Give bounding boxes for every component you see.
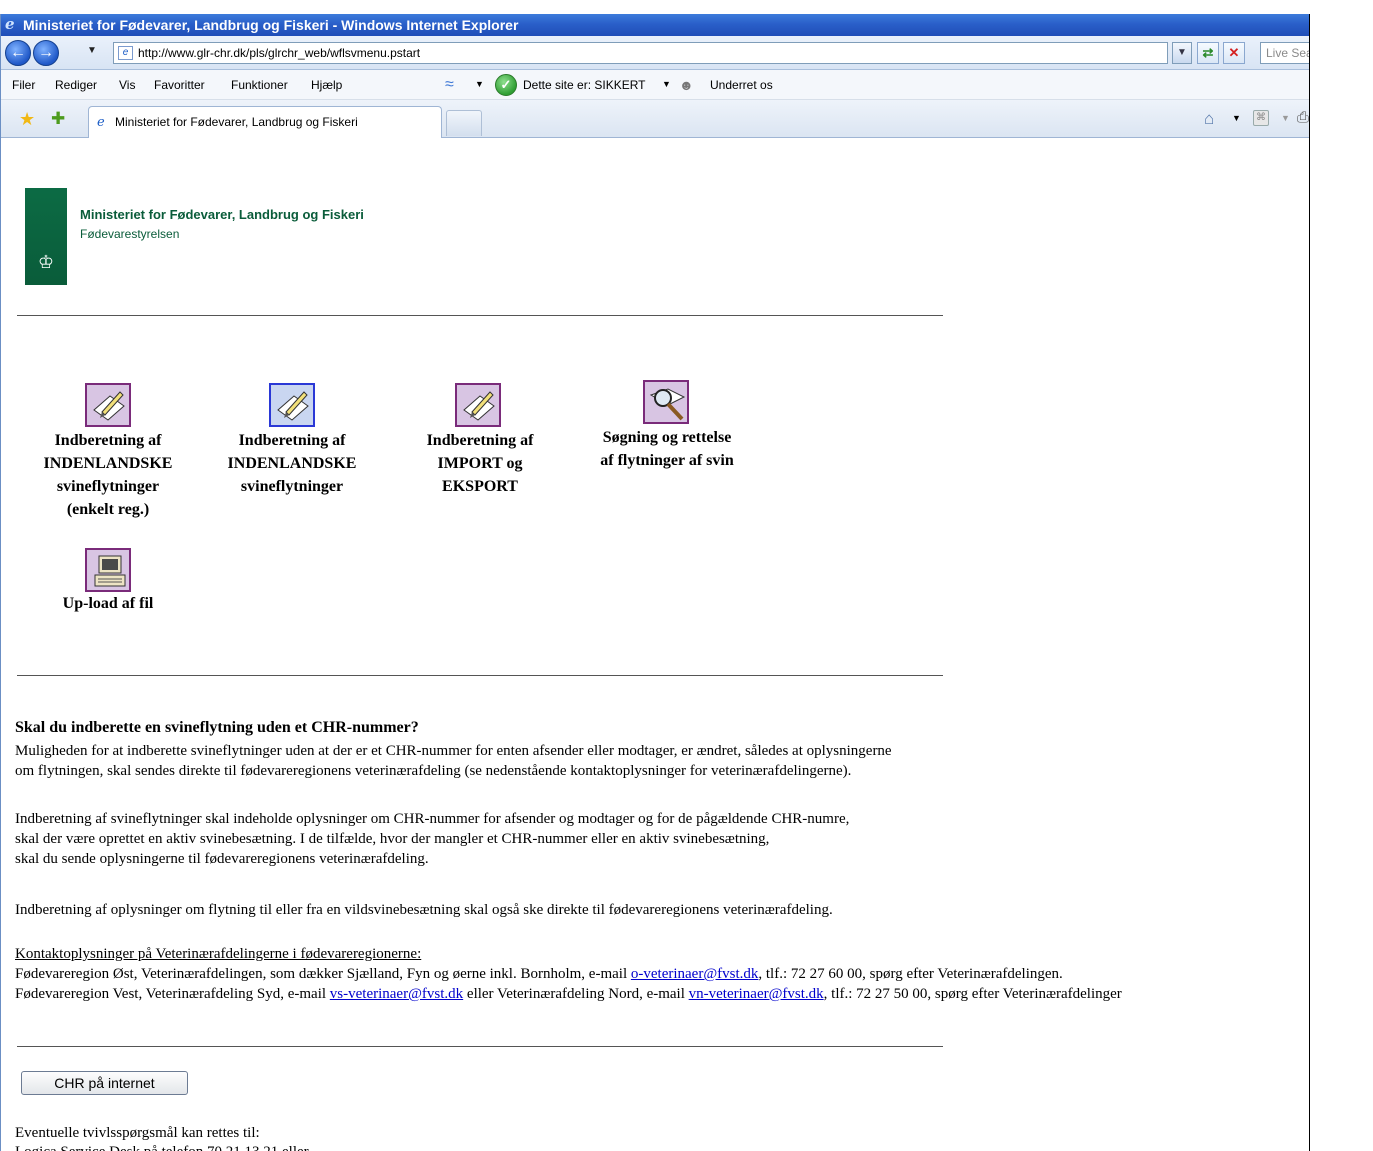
wifi-icon[interactable]: ≈ [445,76,471,94]
option-upload-file[interactable]: Up-load af fil [49,592,167,615]
pencil-icon[interactable] [85,383,131,427]
back-button[interactable]: ← [5,40,31,66]
notify-link[interactable]: Underret os [710,78,773,92]
pencil-icon[interactable] [455,383,501,427]
divider [17,1046,943,1047]
menu-funktioner[interactable]: Funktioner [231,78,288,92]
title-bar: e Ministeriet for Fødevarer, Landbrug og… [1,14,1309,36]
browser-window: e Ministeriet for Fødevarer, Landbrug og… [0,14,1310,1151]
feeds-icon[interactable]: ⌘ [1253,110,1269,126]
tab-ministry[interactable]: e Ministeriet for Fødevarer, Landbrug og… [88,106,442,138]
email-east-link[interactable]: o-veterinaer@fvst.dk [631,966,759,982]
home-dropdown-icon[interactable]: ▼ [1232,113,1241,123]
info-paragraph-3: Indberetning af oplysninger om flytning … [15,902,833,918]
agency-name: Fødevarestyrelsen [80,227,180,241]
magnifier-icon[interactable] [643,380,689,424]
home-icon[interactable]: ⌂ [1204,109,1214,129]
ministry-logo: ♔ [25,188,67,285]
favorites-star-icon[interactable]: ★ [19,109,35,130]
ie-logo-icon: e [5,15,15,33]
menu-vis[interactable]: Vis [119,78,135,92]
option-import-export[interactable]: Indberetning af IMPORT og EKSPORT [405,429,555,498]
page-content: ♔ Ministeriet for Fødevarer, Landbrug og… [1,138,1309,1151]
menu-rediger[interactable]: Rediger [55,78,97,92]
divider [17,675,943,676]
recent-pages-dropdown-icon[interactable]: ▼ [87,45,97,56]
add-favorite-icon[interactable]: ✚ [51,109,65,129]
contact-west: Fødevareregion Vest, Veterinærafdeling S… [15,986,1122,1002]
address-input[interactable]: e http://www.glr-chr.dk/pls/glrchr_web/w… [113,42,1168,64]
info-paragraph-1: Muligheden for at indberette svineflytni… [15,743,892,779]
email-west-south-link[interactable]: vs-veterinaer@fvst.dk [330,986,463,1002]
url-text: http://www.glr-chr.dk/pls/glrchr_web/wfl… [138,46,421,60]
address-dropdown-button[interactable]: ▼ [1172,42,1192,64]
crown-icon: ♔ [37,252,55,272]
helpdesk-line: Logica Service Desk på telefon 70 21 13 … [15,1142,309,1151]
forward-button[interactable]: → [33,40,59,66]
info-paragraph-2: Indberetning af svineflytninger skal ind… [15,811,850,867]
pencil-icon[interactable] [269,383,315,427]
option-domestic-single[interactable]: Indberetning af INDENLANDSKE svineflytni… [29,429,187,521]
contacts-block: Kontaktoplysninger på Veterinærafdelinge… [15,944,1122,1004]
divider [17,315,943,316]
tab-title: Ministeriet for Fødevarer, Landbrug og F… [115,115,358,129]
ie-tab-icon: e [97,115,105,130]
new-tab-button[interactable] [446,110,482,136]
wifi-dropdown-icon[interactable]: ▼ [475,79,484,89]
refresh-button[interactable]: ⇄ [1197,42,1219,64]
menu-hjaelp[interactable]: Hjælp [311,78,342,92]
contacts-heading: Kontaktoplysninger på Veterinærafdelinge… [15,946,422,962]
menu-bar: Filer Rediger Vis Favoritter Funktioner … [1,70,1309,113]
feeds-dropdown-icon[interactable]: ▼ [1281,113,1290,123]
page-icon: e [118,46,133,60]
window-title: Ministeriet for Fødevarer, Landbrug og F… [23,17,519,33]
print-icon[interactable]: ⎙ [1297,109,1309,126]
chr-internet-button[interactable]: CHR på internet [21,1071,188,1095]
address-toolbar: ← → ▼ e http://www.glr-chr.dk/pls/glrchr… [1,36,1309,70]
menu-favoritter[interactable]: Favoritter [154,78,205,92]
menu-filer[interactable]: Filer [12,78,35,92]
contact-intro: Eventuelle tvivlsspørgsmål kan rettes ti… [15,1125,260,1141]
ministry-name: Ministeriet for Fødevarer, Landbrug og F… [80,207,364,222]
option-domestic[interactable]: Indberetning af INDENLANDSKE svineflytni… [213,429,371,498]
info-heading: Skal du indberette en svineflytning uden… [15,719,419,736]
contact-east: Fødevareregion Øst, Veterinærafdelingen,… [15,966,1063,982]
email-west-north-link[interactable]: vn-veterinaer@fvst.dk [689,986,824,1002]
computer-icon[interactable] [85,548,131,592]
stop-button[interactable]: ✕ [1223,42,1245,64]
people-icon[interactable]: ☻☻ [679,75,705,113]
tab-bar: ★ ✚ e Ministeriet for Fødevarer, Landbru… [1,100,1309,138]
option-search-edit[interactable]: Søgning og rettelse af flytninger af svi… [583,426,751,472]
secure-check-icon[interactable]: ✓ [495,74,517,96]
security-dropdown-icon[interactable]: ▼ [662,79,671,89]
search-input[interactable]: Live Search [1260,42,1309,64]
security-status-label[interactable]: Dette site er: SIKKERT [523,78,646,92]
